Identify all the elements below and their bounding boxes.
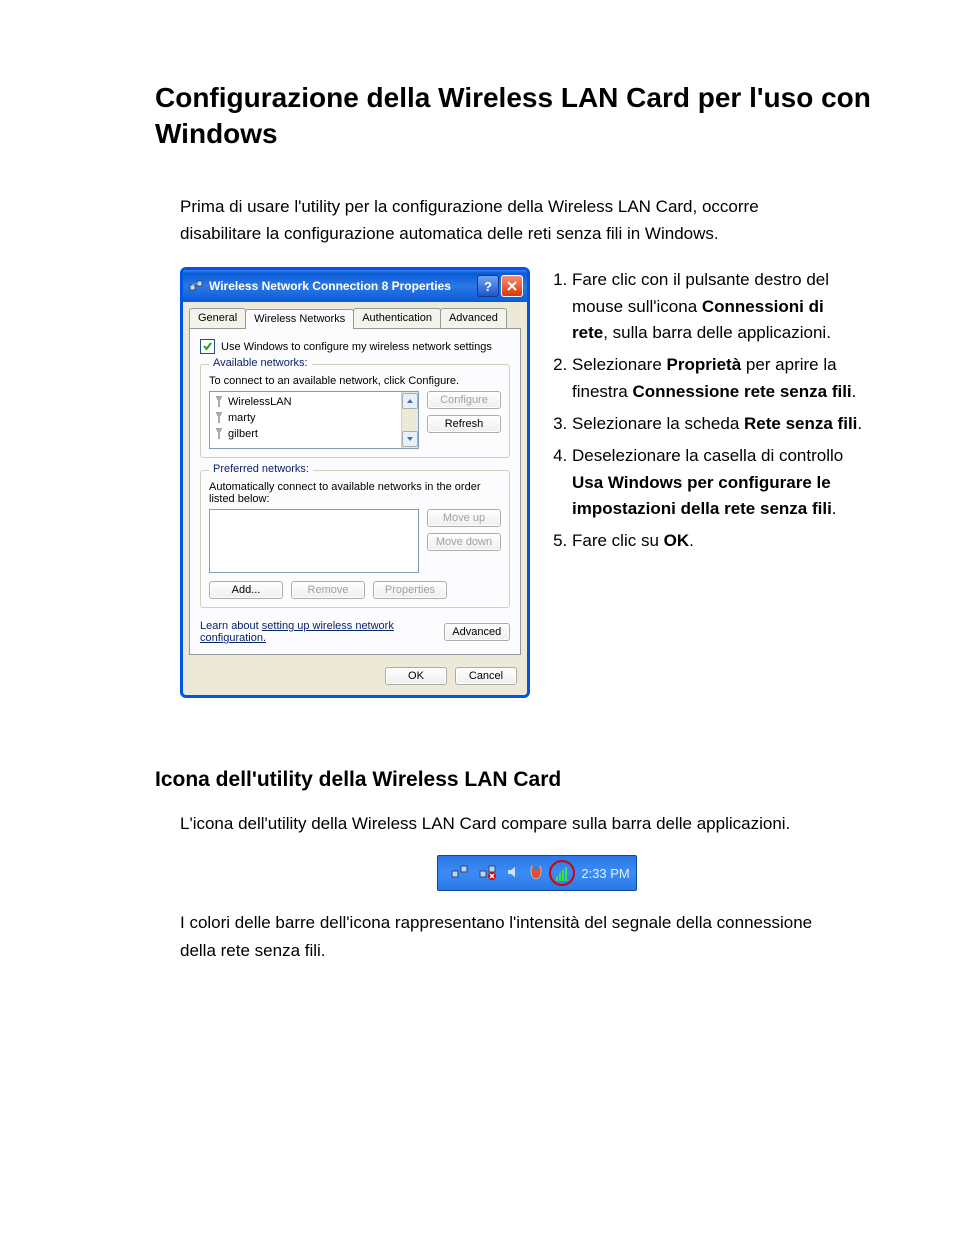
scroll-down-button[interactable] [402,431,418,447]
preferred-hint: Automatically connect to available netwo… [209,481,501,505]
list-item[interactable]: marty [212,410,399,426]
move-up-button[interactable]: Move up [427,509,501,527]
scroll-up-button[interactable] [402,393,418,409]
available-networks-list[interactable]: WirelessLAN marty gilbert [209,391,419,449]
list-item[interactable]: WirelessLAN [212,394,399,410]
properties-button[interactable]: Properties [373,581,447,599]
intro-paragraph: Prima di usare l'utility per la configur… [180,193,834,247]
network-icon [189,280,203,292]
instructions-list: Fare clic con il pulsante destro del mou… [550,267,864,560]
available-networks-title: Available networks: [209,357,312,369]
step-item: Fare clic su OK. [572,528,864,554]
tab-wireless-networks[interactable]: Wireless Networks [245,309,354,329]
learn-text: Learn about setting up wireless network … [200,620,436,644]
tray-signal-icon [549,860,575,886]
use-windows-checkbox[interactable] [200,339,215,354]
page-title: Configurazione della Wireless LAN Card p… [155,80,894,153]
tab-strip: General Wireless Networks Authentication… [189,308,521,328]
help-button[interactable]: ? [477,275,499,297]
remove-button[interactable]: Remove [291,581,365,599]
tab-authentication[interactable]: Authentication [353,308,441,328]
step-item: Fare clic con il pulsante destro del mou… [572,267,864,346]
taskbar-tray: 2:33 PM [437,855,637,891]
add-button[interactable]: Add... [209,581,283,599]
tray-clock: 2:33 PM [581,866,629,881]
body-paragraph: I colori delle barre dell'icona rapprese… [180,909,834,963]
ok-button[interactable]: OK [385,667,447,685]
dialog-title: Wireless Network Connection 8 Properties [209,279,475,293]
move-down-button[interactable]: Move down [427,533,501,551]
antenna-icon [214,396,224,408]
step-item: Selezionare la scheda Rete senza fili. [572,411,864,437]
tray-volume-icon [506,865,520,882]
tray-shield-icon [530,864,542,883]
step-item: Selezionare Proprietà per aprire la fine… [572,352,864,405]
configure-button[interactable]: Configure [427,391,501,409]
tab-general[interactable]: General [189,308,246,328]
dialog-titlebar: Wireless Network Connection 8 Properties… [183,270,527,302]
step-item: Deselezionare la casella di controllo Us… [572,443,864,522]
antenna-icon [214,412,224,424]
use-windows-label: Use Windows to configure my wireless net… [221,341,492,353]
cancel-button[interactable]: Cancel [455,667,517,685]
advanced-button[interactable]: Advanced [444,623,510,641]
list-item[interactable]: gilbert [212,426,399,442]
body-paragraph: L'icona dell'utility della Wireless LAN … [180,810,834,837]
preferred-networks-title: Preferred networks: [209,463,313,475]
available-hint: To connect to an available network, clic… [209,375,501,387]
tray-network-disabled-icon [479,864,497,883]
screenshot-dialog: Wireless Network Connection 8 Properties… [180,267,530,698]
refresh-button[interactable]: Refresh [427,415,501,433]
section-heading: Icona dell'utility della Wireless LAN Ca… [155,768,894,792]
tab-advanced[interactable]: Advanced [440,308,507,328]
antenna-icon [214,428,224,440]
tray-network-icon [451,864,469,883]
preferred-networks-list[interactable] [209,509,419,573]
close-button[interactable] [501,275,523,297]
